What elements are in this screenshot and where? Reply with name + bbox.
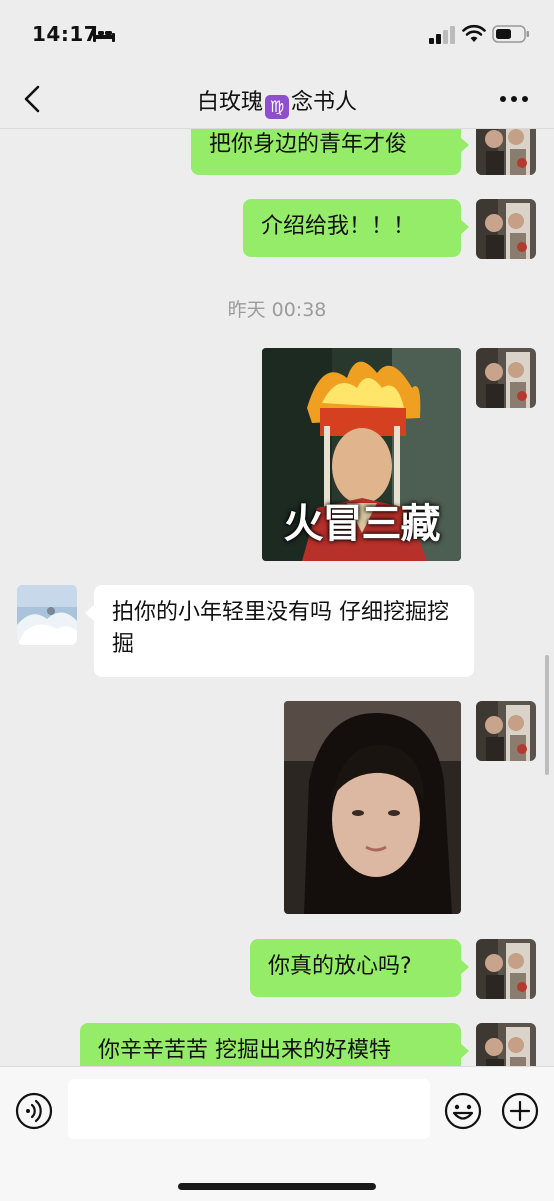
message-timestamp: 昨天 00:38 bbox=[227, 299, 327, 321]
emoji-button[interactable] bbox=[443, 1091, 483, 1131]
scrollbar[interactable] bbox=[545, 655, 549, 775]
my-avatar[interactable] bbox=[476, 939, 536, 999]
bubble-tail bbox=[460, 137, 469, 153]
bubble-tail bbox=[460, 1043, 469, 1059]
contact-avatar[interactable] bbox=[17, 585, 77, 645]
message-bubble-sent[interactable]: 你辛辛苦苦 挖掘出来的好模特 bbox=[80, 1023, 461, 1066]
battery-icon bbox=[492, 25, 529, 43]
photo-image bbox=[284, 701, 461, 914]
chat-message-list[interactable]: 把你身边的青年才俊 介绍给我！！！ 昨天 00:38 火冒三藏 拍你的小年轻里没… bbox=[0, 129, 554, 1066]
status-time: 14:17 bbox=[32, 22, 99, 46]
bubble-tail bbox=[460, 219, 469, 235]
input-bar bbox=[0, 1066, 554, 1201]
wifi-icon bbox=[462, 24, 486, 42]
my-avatar[interactable] bbox=[476, 129, 536, 175]
message-input[interactable] bbox=[68, 1079, 430, 1139]
my-avatar[interactable] bbox=[476, 1023, 536, 1066]
my-avatar[interactable] bbox=[476, 701, 536, 761]
virgo-icon: ♍ bbox=[265, 95, 289, 119]
home-indicator[interactable] bbox=[178, 1183, 376, 1190]
message-bubble-sent[interactable]: 把你身边的青年才俊 bbox=[191, 129, 461, 175]
my-avatar[interactable] bbox=[476, 348, 536, 408]
status-bar: 14:17 bbox=[0, 0, 554, 70]
more-functions-button[interactable] bbox=[500, 1091, 540, 1131]
message-bubble-sent[interactable]: 你真的放心吗? bbox=[250, 939, 461, 997]
message-bubble-sent[interactable]: 介绍给我！！！ bbox=[243, 199, 461, 257]
chat-title-suffix: 念书人 bbox=[291, 90, 358, 115]
chat-title-name: 白玫瑰 bbox=[196, 90, 263, 115]
chat-title: 白玫瑰 ♍ 念书人 bbox=[0, 84, 554, 119]
sticker-caption: 火冒三藏 bbox=[283, 501, 441, 547]
bed-icon bbox=[93, 28, 115, 42]
more-options-button[interactable] bbox=[494, 84, 534, 114]
cellular-signal-icon bbox=[429, 26, 455, 44]
photo-message[interactable] bbox=[284, 701, 461, 914]
sticker-message[interactable]: 火冒三藏 bbox=[262, 348, 461, 561]
nav-bar: 白玫瑰 ♍ 念书人 bbox=[0, 70, 554, 129]
voice-input-button[interactable] bbox=[14, 1091, 54, 1131]
bubble-tail bbox=[460, 959, 469, 975]
bubble-tail bbox=[85, 605, 94, 621]
message-bubble-received[interactable]: 拍你的小年轻里没有吗 仔细挖掘挖掘 bbox=[94, 585, 474, 677]
my-avatar[interactable] bbox=[476, 199, 536, 259]
